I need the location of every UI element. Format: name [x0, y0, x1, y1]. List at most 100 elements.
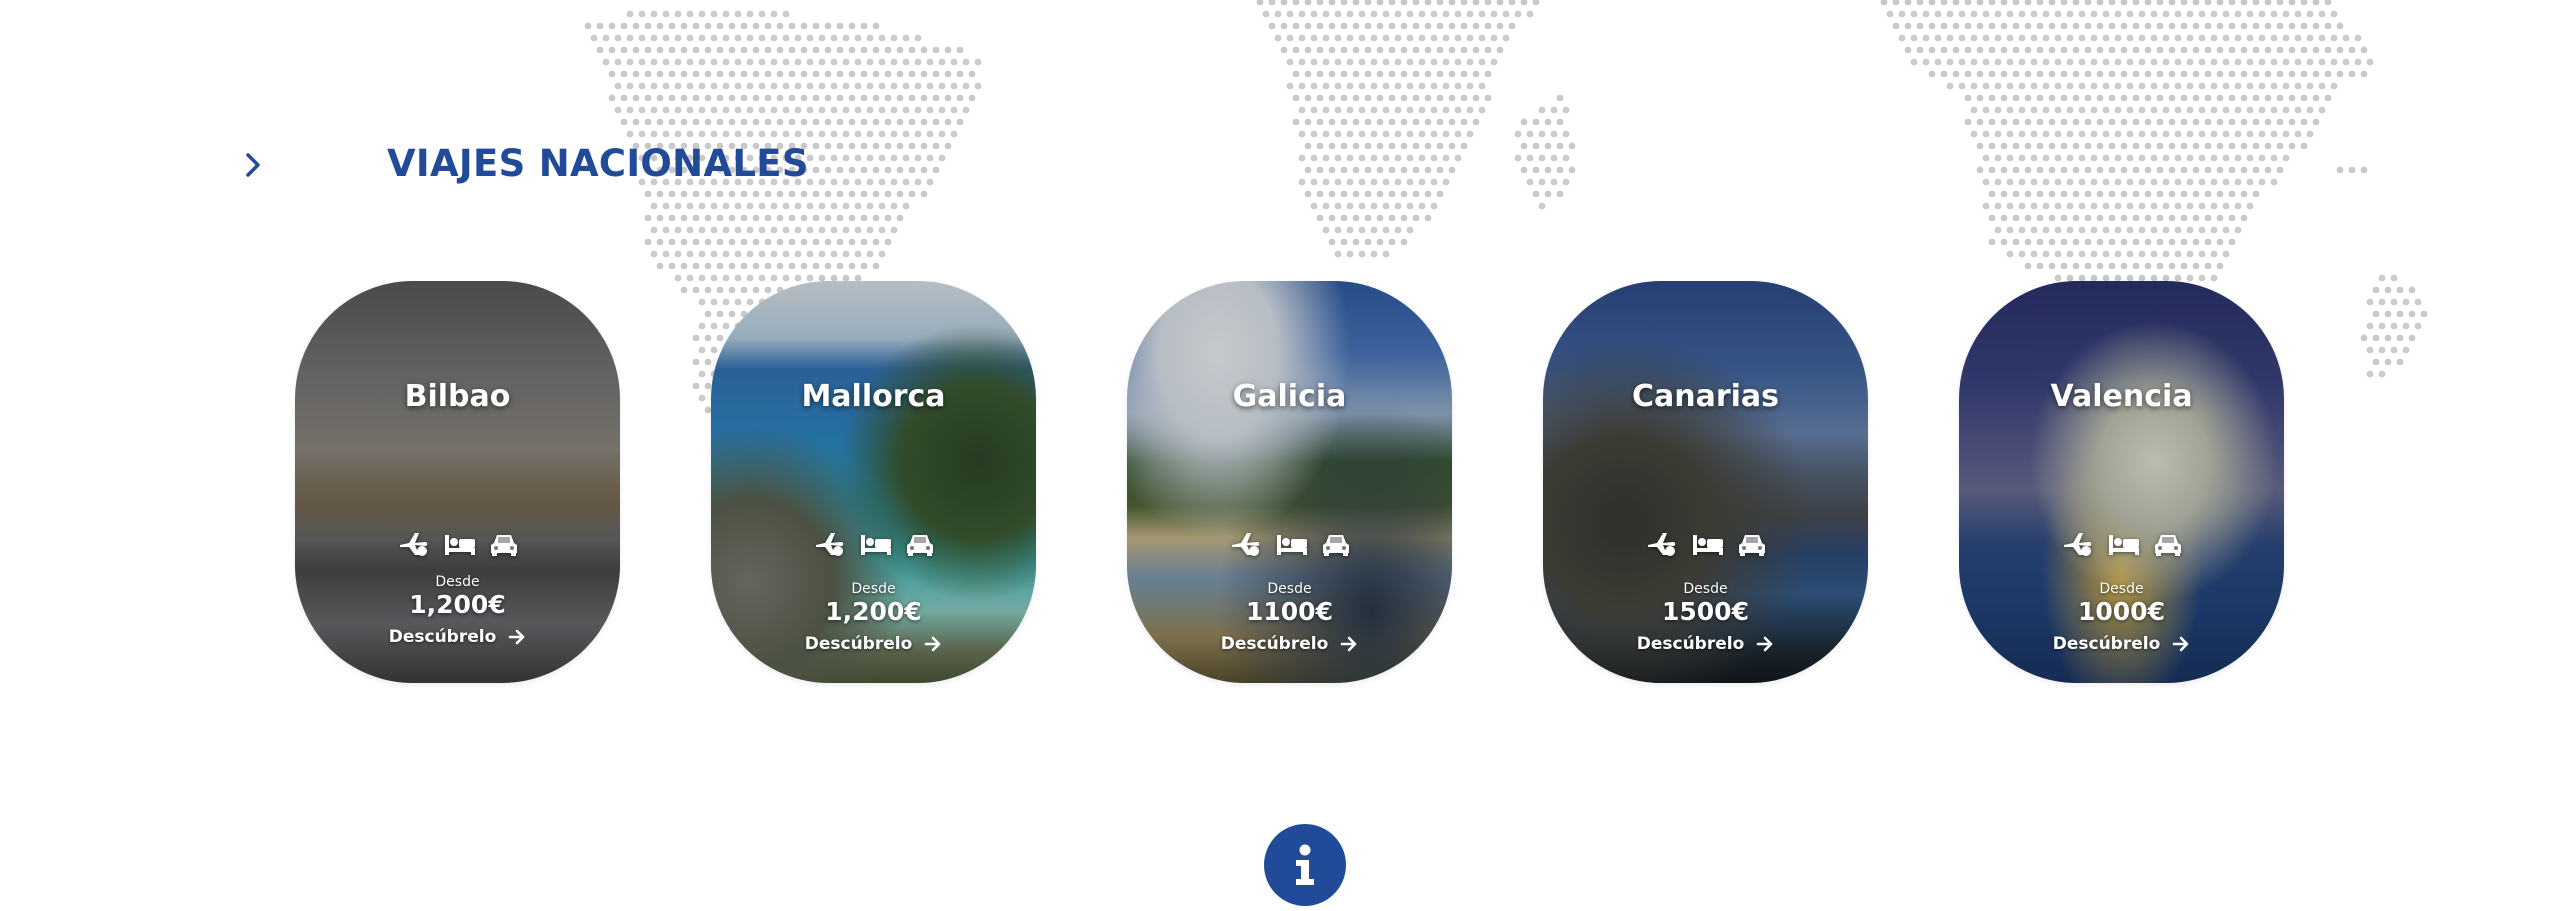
map-dot	[848, 262, 856, 270]
map-dot	[2132, 142, 2140, 150]
map-dot	[674, 82, 682, 90]
info-button[interactable]	[1264, 824, 1346, 906]
map-dot	[2150, 178, 2158, 186]
map-dot	[728, 94, 736, 102]
map-dot	[2144, 262, 2152, 270]
map-dot	[1322, 226, 1330, 234]
map-dot	[2072, 238, 2080, 246]
map-dot	[2228, 46, 2236, 54]
map-dot	[1388, 166, 1396, 174]
map-dot	[1442, 106, 1450, 114]
map-dot	[2102, 34, 2110, 42]
map-dot	[872, 214, 880, 222]
map-dot	[1394, 58, 1402, 66]
map-dot	[1340, 0, 1348, 6]
map-dot	[644, 70, 652, 78]
map-dot	[1958, 82, 1966, 90]
discover-link[interactable]: Descúbrelo	[1543, 634, 1868, 654]
map-dot	[1994, 82, 2002, 90]
map-dot	[2348, 70, 2356, 78]
map-dot	[1406, 106, 1414, 114]
map-dot	[1550, 178, 1558, 186]
card-bilbao[interactable]: Bilbao Desde 1,200€ Descúbrelo	[295, 281, 620, 683]
map-dot	[686, 202, 694, 210]
map-dot	[920, 46, 928, 54]
map-dot	[1292, 70, 1300, 78]
map-dot	[2366, 346, 2374, 354]
map-dot	[2270, 34, 2278, 42]
map-dot	[914, 154, 922, 162]
map-dot	[932, 166, 940, 174]
discover-link[interactable]: Descúbrelo	[295, 627, 620, 647]
map-dot	[2096, 0, 2104, 6]
map-dot	[2300, 70, 2308, 78]
map-dot	[902, 178, 910, 186]
map-dot	[2282, 154, 2290, 162]
map-dot	[2126, 34, 2134, 42]
discover-link[interactable]: Descúbrelo	[711, 634, 1036, 654]
map-dot	[914, 106, 922, 114]
map-dot	[1316, 94, 1324, 102]
map-dot	[2024, 190, 2032, 198]
discover-link[interactable]: Descúbrelo	[1127, 634, 1452, 654]
map-dot	[884, 238, 892, 246]
discover-link[interactable]: Descúbrelo	[1959, 634, 2284, 654]
map-dot	[1382, 106, 1390, 114]
map-dot	[1400, 46, 1408, 54]
map-dot	[2408, 286, 2416, 294]
map-dot	[716, 190, 724, 198]
map-dot	[680, 118, 688, 126]
map-dot	[956, 94, 964, 102]
map-dot	[2162, 202, 2170, 210]
map-dot	[674, 202, 682, 210]
map-dot	[2204, 118, 2212, 126]
card-desde-label: Desde	[851, 581, 896, 597]
map-dot	[2048, 94, 2056, 102]
map-dot	[800, 46, 808, 54]
map-dot	[1346, 226, 1354, 234]
map-dot	[2186, 34, 2194, 42]
card-valencia[interactable]: Valencia Desde 1000€ Descúbrelo	[1959, 281, 2284, 683]
map-dot	[1436, 22, 1444, 30]
card-canarias[interactable]: Canarias Desde 1500€ Descúbrelo	[1543, 281, 1868, 683]
map-dot	[2006, 130, 2014, 138]
map-dot	[2108, 238, 2116, 246]
map-dot	[2126, 58, 2134, 66]
map-dot	[908, 190, 916, 198]
map-dot	[1412, 70, 1420, 78]
map-dot	[884, 142, 892, 150]
map-dot	[2270, 130, 2278, 138]
map-dot	[2084, 46, 2092, 54]
map-dot	[2000, 46, 2008, 54]
map-dot	[2060, 166, 2068, 174]
map-dot	[1310, 130, 1318, 138]
map-dot	[650, 106, 658, 114]
map-dot	[866, 82, 874, 90]
map-dot	[1274, 34, 1282, 42]
map-dot	[2126, 226, 2134, 234]
map-dot	[2078, 250, 2086, 258]
map-dot	[2126, 178, 2134, 186]
map-dot	[2240, 190, 2248, 198]
map-dot	[632, 94, 640, 102]
map-dot	[2018, 130, 2026, 138]
map-dot	[926, 154, 934, 162]
map-dot	[2090, 154, 2098, 162]
card-mallorca[interactable]: Mallorca Desde 1,200€ Descúbrelo	[711, 281, 1036, 683]
map-dot	[1352, 94, 1360, 102]
map-dot	[950, 82, 958, 90]
map-dot	[956, 70, 964, 78]
map-dot	[1928, 70, 1936, 78]
map-dot	[2210, 250, 2218, 258]
map-dot	[2108, 190, 2116, 198]
card-galicia[interactable]: Galicia Desde 1100€ Descúbrelo	[1127, 281, 1452, 683]
map-dot	[1568, 166, 1576, 174]
section-chevron-button[interactable]	[230, 140, 276, 190]
map-dot	[2036, 166, 2044, 174]
map-dot	[656, 46, 664, 54]
map-dot	[2030, 10, 2038, 18]
plane-icon	[1647, 533, 1675, 556]
map-dot	[2018, 178, 2026, 186]
map-dot	[2216, 142, 2224, 150]
map-dot	[2216, 0, 2224, 6]
